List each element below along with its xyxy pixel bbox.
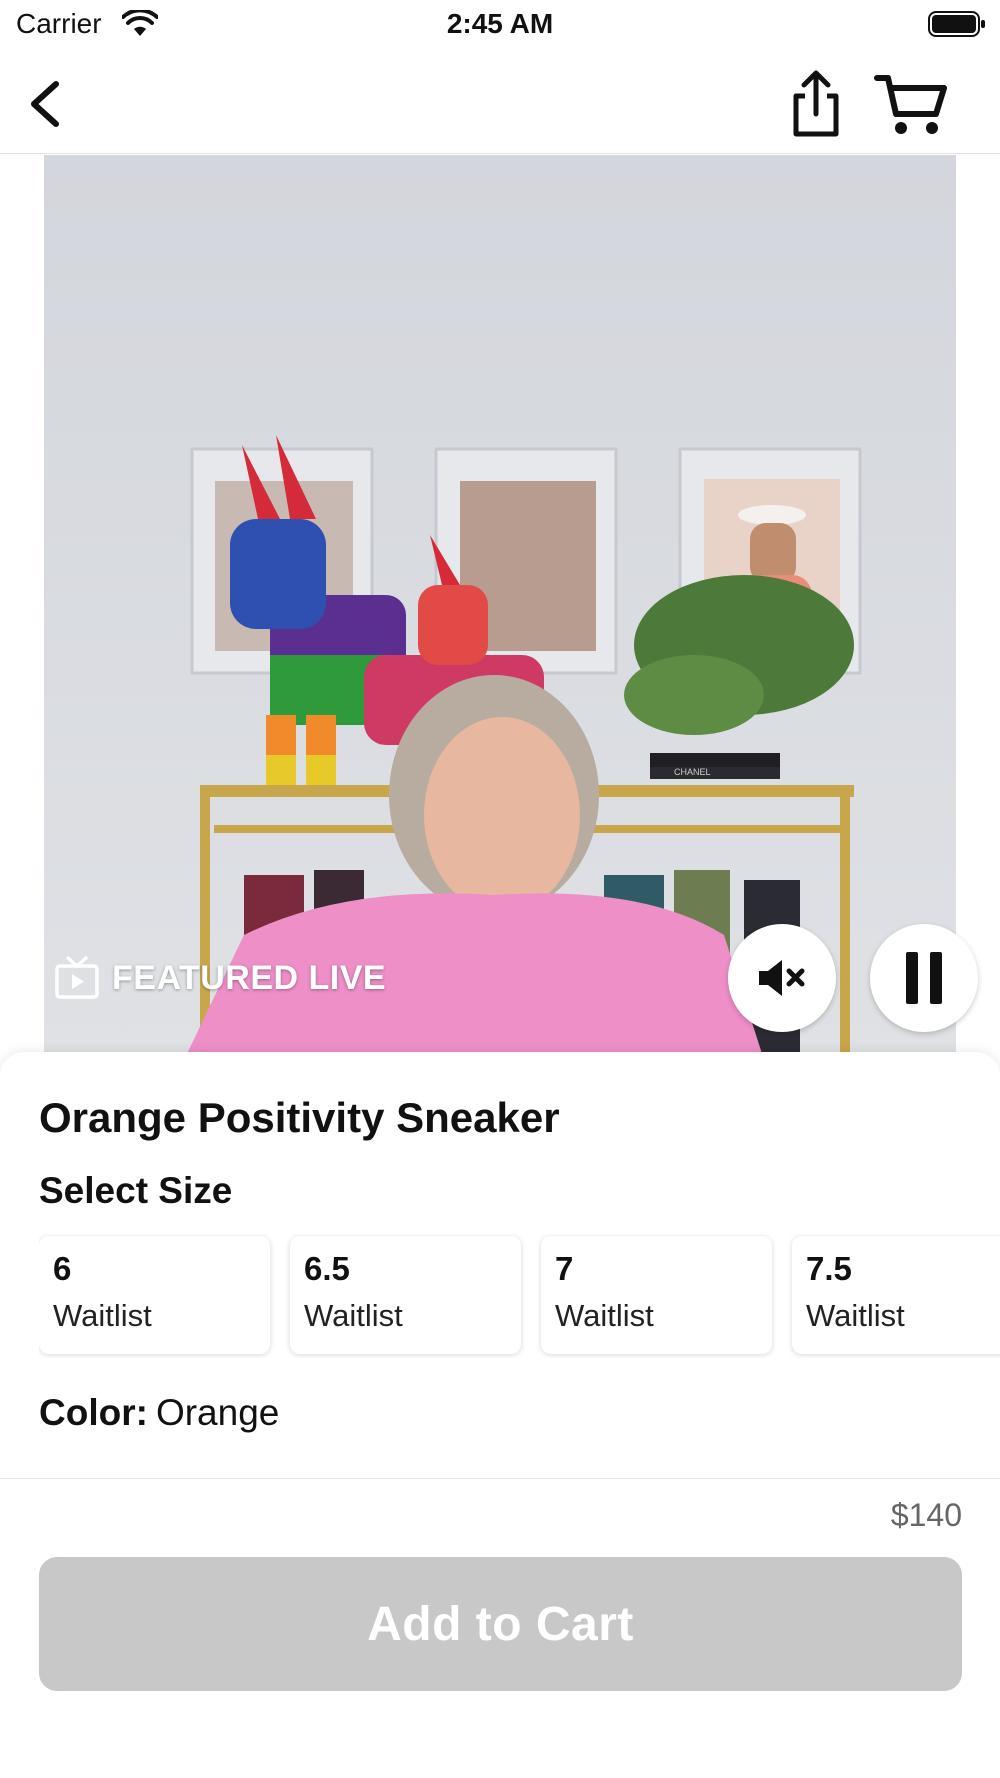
- speaker-muted-icon: [759, 960, 805, 996]
- size-status: Waitlist: [304, 1298, 403, 1333]
- live-video[interactable]: CHANEL: [44, 155, 956, 1060]
- status-bar: Carrier 2:45 AM: [0, 0, 1000, 54]
- size-option-6-5[interactable]: 6.5 Waitlist: [290, 1236, 521, 1354]
- color-label: Color:: [39, 1392, 148, 1433]
- battery-full-icon: [928, 11, 985, 37]
- size-value: 6: [53, 1250, 72, 1287]
- price-label: $140: [890, 1497, 962, 1533]
- size-selector[interactable]: 6 Waitlist 6.5 Waitlist 7 Waitlist 7.5 W…: [39, 1234, 1000, 1358]
- mute-button[interactable]: [728, 924, 836, 1032]
- cart-icon[interactable]: [874, 70, 948, 140]
- size-status: Waitlist: [53, 1298, 152, 1333]
- featured-live-badge: FEATURED LIVE: [54, 956, 386, 1000]
- share-icon[interactable]: [786, 66, 846, 142]
- featured-live-label: FEATURED LIVE: [112, 958, 387, 997]
- chevron-left-icon[interactable]: [20, 74, 76, 134]
- pause-icon: [906, 952, 942, 1004]
- video-frame: CHANEL: [44, 155, 956, 1060]
- size-value: 7: [555, 1250, 574, 1287]
- nav-bar: [0, 54, 1000, 154]
- size-option-6[interactable]: 6 Waitlist: [39, 1236, 270, 1354]
- size-heading: Select Size: [39, 1170, 233, 1211]
- book-spine-text: CHANEL: [674, 767, 711, 777]
- color-value: Orange: [155, 1392, 280, 1433]
- add-to-cart-button[interactable]: Add to Cart: [39, 1557, 962, 1691]
- color-row: Color: Orange: [39, 1392, 279, 1434]
- size-value: 6.5: [304, 1250, 350, 1287]
- product-sheet: Orange Positivity Sneaker Select Size 6 …: [0, 1052, 1000, 1478]
- size-status: Waitlist: [806, 1298, 905, 1333]
- product-title: Orange Positivity Sneaker: [39, 1094, 560, 1141]
- size-status: Waitlist: [555, 1298, 654, 1333]
- checkout-bar: $140 Add to Cart: [0, 1478, 1000, 1778]
- add-to-cart-label: Add to Cart: [367, 1597, 634, 1651]
- size-option-7[interactable]: 7 Waitlist: [541, 1236, 772, 1354]
- tv-icon: [55, 956, 99, 999]
- size-option-7-5[interactable]: 7.5 Waitlist: [792, 1236, 1000, 1354]
- pause-button[interactable]: [870, 924, 978, 1032]
- clock: 2:45 AM: [446, 8, 554, 39]
- size-value: 7.5: [806, 1250, 852, 1287]
